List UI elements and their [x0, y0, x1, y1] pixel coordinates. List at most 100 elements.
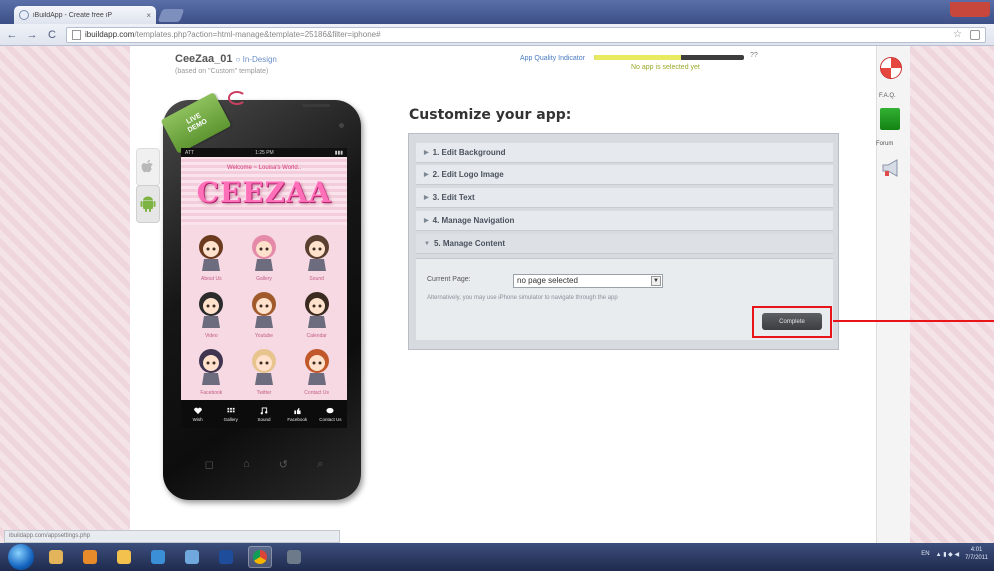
- grid-item[interactable]: Video: [185, 284, 238, 340]
- welcome-text: Welcome ~ Louisa's World..: [226, 165, 302, 171]
- phone-tab-label: Sound: [257, 416, 271, 422]
- new-tab-button[interactable]: [157, 9, 185, 22]
- app-mode-text: In-Design: [242, 55, 277, 64]
- media-icon: [287, 550, 301, 564]
- tray-date: 7/7/2011: [965, 555, 988, 561]
- iphone-platform-tab[interactable]: [136, 148, 160, 186]
- window-close-button[interactable]: [950, 2, 990, 17]
- grid-item[interactable]: Youtube: [238, 284, 291, 340]
- taskbar-app-1[interactable]: [44, 546, 68, 568]
- address-bar[interactable]: ibuildapp.com/templates.php?action=html-…: [66, 26, 986, 43]
- grid-item[interactable]: Facebook: [185, 341, 238, 397]
- grid-item[interactable]: Contact Us: [290, 341, 343, 397]
- reload-button[interactable]: C: [46, 29, 58, 41]
- accordion-section-4[interactable]: ▶ 4. Manage Navigation: [416, 211, 833, 231]
- forward-button[interactable]: →: [26, 29, 38, 41]
- music-icon: [260, 406, 268, 414]
- accordion-section-5[interactable]: ▼ 5. Manage Content: [416, 234, 833, 254]
- simulator-note: Alternatively, you may use iPhone simula…: [427, 295, 618, 301]
- phone-tab-label: Facebook: [287, 416, 308, 422]
- page-icon: [72, 29, 81, 40]
- phone-tab[interactable]: Wish: [181, 400, 214, 428]
- faq-label[interactable]: F.A.Q.: [879, 93, 896, 99]
- tab-title: iBuildApp - Create free iP: [33, 11, 112, 19]
- phone-speaker: [302, 104, 330, 107]
- annotation-highlight-box: [752, 306, 832, 338]
- character-avatar-icon: [251, 292, 276, 328]
- accordion-section-1[interactable]: ▶ 1. Edit Background: [416, 143, 833, 163]
- search-key-icon[interactable]: ⌕: [317, 458, 323, 471]
- phone-tab-label: Gallery: [223, 416, 238, 422]
- clock-text: 1:25 PM: [255, 149, 274, 156]
- app-template-note: (based on "Custom" template): [175, 68, 269, 75]
- phone-tab[interactable]: Facebook: [281, 400, 314, 428]
- phone-tab[interactable]: Gallery: [214, 400, 247, 428]
- customize-title: Customize your app:: [409, 107, 572, 123]
- grid-item[interactable]: About Us: [185, 227, 238, 283]
- quality-score: ??: [750, 52, 758, 59]
- taskbar-app-2[interactable]: [78, 546, 102, 568]
- quality-indicator-tip: No app is selected yet: [631, 64, 700, 71]
- android-icon: [140, 196, 156, 212]
- grid-item-label: Video: [204, 333, 218, 339]
- tray-icons[interactable]: ▲ ▮ ◆ ◀: [936, 551, 959, 558]
- accordion-section-2[interactable]: ▶ 2. Edit Logo Image: [416, 165, 833, 185]
- grid-item[interactable]: Sound: [290, 227, 343, 283]
- explorer-icon: [117, 550, 131, 564]
- home-key-icon[interactable]: ⌂: [243, 458, 250, 471]
- grid-item[interactable]: Calendar: [290, 284, 343, 340]
- app-mode: ○ In-Design: [235, 55, 277, 64]
- back-key-icon[interactable]: ↺: [279, 458, 288, 471]
- wrench-menu-icon[interactable]: [970, 29, 980, 40]
- tab-close-icon[interactable]: ×: [146, 11, 151, 20]
- taskbar-app-5[interactable]: [180, 546, 204, 568]
- megaphone-icon[interactable]: [880, 158, 902, 178]
- forum-label[interactable]: Forum: [876, 141, 893, 147]
- taskbar-app-4[interactable]: [146, 546, 170, 568]
- media-player-icon: [83, 550, 97, 564]
- tray-time: 4:01: [970, 547, 983, 553]
- menu-key-icon[interactable]: ◻: [205, 458, 214, 471]
- android-platform-tab[interactable]: [136, 185, 160, 223]
- back-button[interactable]: ←: [6, 29, 18, 41]
- character-avatar-icon: [304, 235, 329, 271]
- taskbar-app-6[interactable]: [214, 546, 238, 568]
- bookmark-star-icon[interactable]: ☆: [953, 29, 962, 40]
- faq-book-icon[interactable]: [880, 108, 900, 130]
- grid-item[interactable]: Twitter: [238, 341, 291, 397]
- current-page-value: no page selected: [517, 276, 578, 285]
- tray-clock[interactable]: 4:01 7/7/2011: [965, 546, 988, 562]
- phone-screen[interactable]: ATT 1:25 PM ▮▮▮ Welcome ~ Louisa's World…: [181, 148, 347, 428]
- home-grid: About Us Gallery Sound Video Youtube Calendar…: [181, 225, 347, 399]
- chevron-down-icon[interactable]: ▼: [651, 276, 661, 286]
- app-banner: Welcome ~ Louisa's World.. CEEZAA: [181, 157, 347, 225]
- taskbar-app-3[interactable]: [112, 546, 136, 568]
- grid-item[interactable]: Gallery: [238, 227, 291, 283]
- phone-hardware-keys: ◻ ⌂ ↺ ⌕: [190, 458, 338, 471]
- accordion-section-3[interactable]: ▶ 3. Edit Text: [416, 188, 833, 208]
- accordion-label: 1. Edit Background: [432, 148, 506, 157]
- phone-tab[interactable]: Sound: [247, 400, 280, 428]
- taskbar-app-chrome[interactable]: [248, 546, 272, 568]
- browser-tab[interactable]: iBuildApp - Create free iP ×: [14, 6, 156, 24]
- language-indicator[interactable]: EN: [921, 551, 929, 557]
- chevron-right-icon: ▶: [424, 150, 429, 156]
- grid-item-label: Contact Us: [304, 390, 330, 396]
- character-avatar-icon: [251, 349, 276, 385]
- accordion-label: 4. Manage Navigation: [432, 216, 515, 225]
- accordion-label: 5. Manage Content: [433, 239, 506, 248]
- start-button[interactable]: [8, 544, 34, 570]
- brand-logo: CEEZAA: [196, 176, 332, 209]
- battery-icon: ▮▮▮: [334, 149, 343, 156]
- app-name[interactable]: CeeZaa_01 ○ In-Design: [175, 53, 277, 65]
- chevron-right-icon: ▶: [424, 218, 429, 224]
- phone-tab[interactable]: Contact Us: [314, 400, 347, 428]
- phone-tab-label: Contact Us: [319, 416, 342, 422]
- chevron-right-icon: ▶: [424, 195, 429, 201]
- lifebuoy-icon[interactable]: [880, 57, 902, 79]
- live-demo-ribbon: [228, 91, 246, 105]
- taskbar-app-8[interactable]: [282, 546, 306, 568]
- character-avatar-icon: [199, 349, 224, 385]
- current-page-select[interactable]: no page selected ▼: [513, 274, 663, 288]
- grid-item-label: Calendar: [306, 333, 327, 339]
